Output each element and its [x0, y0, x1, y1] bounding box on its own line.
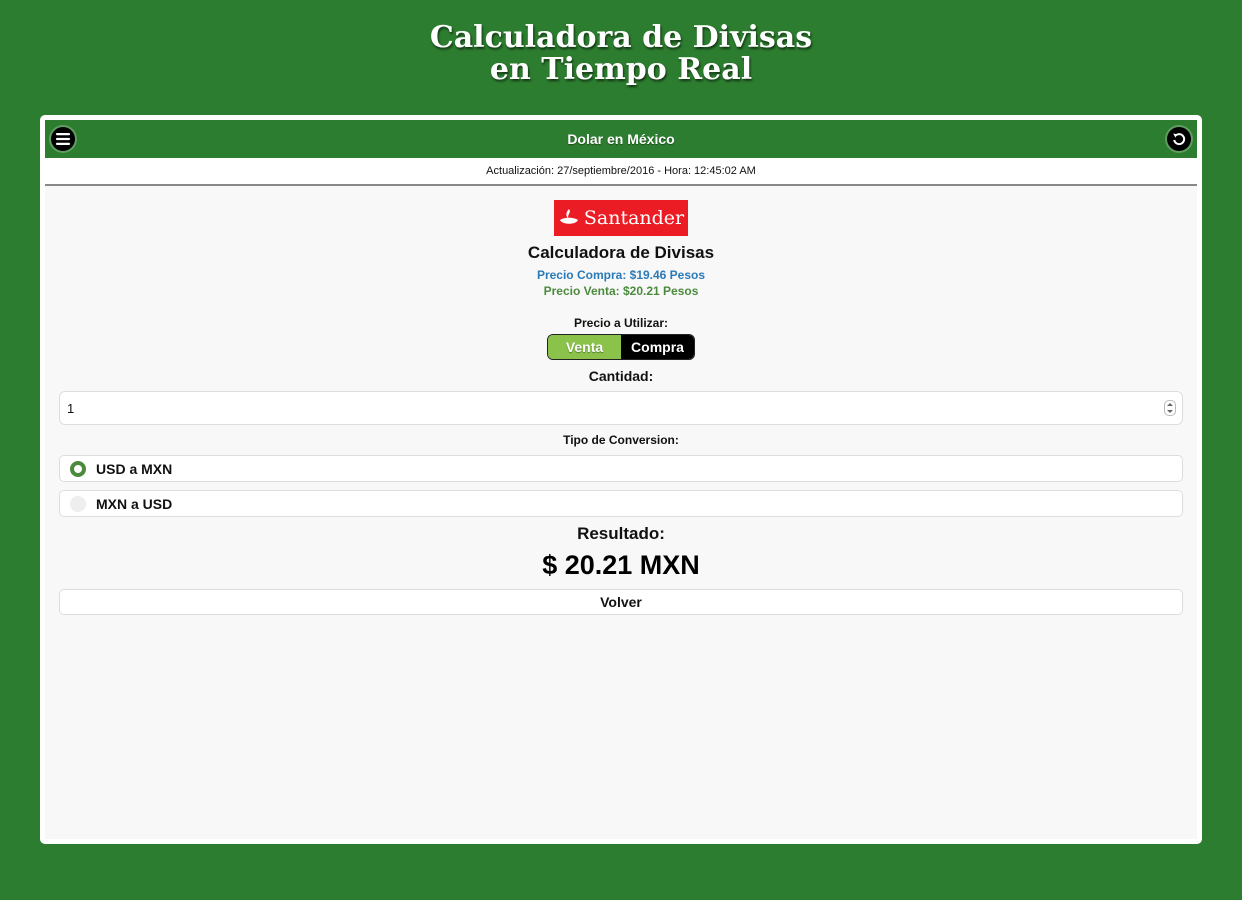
calculator-title: Calculadora de Divisas: [527, 243, 715, 262]
refresh-button[interactable]: [1167, 127, 1191, 151]
calculator-panel: Santander Calculadora de Divisas Precio …: [45, 200, 1197, 615]
radio-label: MXN a USD: [96, 495, 173, 512]
quantity-value: 1: [67, 400, 75, 416]
menu-icon: [56, 133, 70, 145]
update-info: Actualización: 27/septiembre/2016 - Hora…: [45, 158, 1197, 186]
price-toggle: Venta Compra: [547, 334, 695, 360]
sell-price: Precio Venta: $20.21 Pesos: [543, 284, 699, 298]
promo-title: Calculadora de Divisas en Tiempo Real: [0, 22, 1242, 86]
logo-text: Santander: [583, 207, 685, 229]
radio-usd-to-mxn[interactable]: USD a MXN: [59, 455, 1183, 482]
buy-price: Precio Compra: $19.46 Pesos: [536, 268, 706, 282]
app-header: Dolar en México: [45, 120, 1197, 158]
radio-checked-icon: [70, 460, 86, 477]
promo-title-line2: en Tiempo Real: [489, 52, 753, 87]
radio-mxn-to-usd[interactable]: MXN a USD: [59, 490, 1183, 517]
app-screen: Dolar en México Actualización: 27/septie…: [45, 120, 1197, 839]
quantity-input[interactable]: 1: [59, 391, 1183, 425]
result-value: $ 20.21 MXN: [542, 550, 700, 580]
santander-logo: Santander: [554, 200, 688, 236]
stepper-icon[interactable]: [1164, 400, 1176, 416]
toggle-compra[interactable]: Compra: [621, 335, 694, 359]
quantity-label: Cantidad:: [588, 368, 654, 384]
conversion-label: Tipo de Conversion:: [563, 433, 679, 447]
menu-button[interactable]: [51, 127, 75, 151]
result-label: Resultado:: [577, 524, 665, 543]
flame-icon: [559, 209, 578, 224]
back-button[interactable]: Volver: [59, 589, 1183, 615]
radio-unchecked-icon: [70, 495, 86, 512]
refresh-icon: [1173, 133, 1186, 146]
price-to-use-label: Precio a Utilizar:: [573, 316, 669, 330]
toggle-venta[interactable]: Venta: [548, 335, 621, 359]
header-title: Dolar en México: [567, 131, 675, 147]
promo-title-line1: Calculadora de Divisas: [429, 20, 813, 55]
radio-label: USD a MXN: [96, 460, 173, 477]
device-frame: Dolar en México Actualización: 27/septie…: [40, 115, 1202, 844]
